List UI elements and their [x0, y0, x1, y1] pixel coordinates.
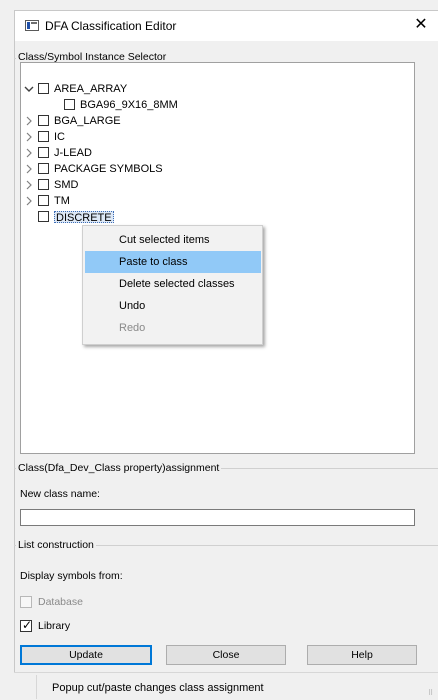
title-bar[interactable]: DFA Classification Editor ✕	[15, 11, 438, 41]
tree-item-label: DISCRETE	[54, 210, 114, 223]
tree-item-bga96[interactable]: BGA96_9X16_8MM	[61, 97, 178, 112]
chevron-right-icon[interactable]	[23, 193, 35, 208]
check-icon: ✓	[22, 618, 33, 632]
close-icon[interactable]: ✕	[411, 15, 431, 35]
database-checkbox	[20, 596, 32, 608]
tree-item-tm[interactable]: TM	[23, 193, 70, 208]
tree-item-label: J-LEAD	[54, 146, 92, 159]
chevron-right-icon[interactable]	[23, 161, 35, 176]
resize-grip-icon[interactable]: ⠿	[428, 690, 434, 697]
tree-checkbox[interactable]	[64, 99, 75, 110]
tree-item-label: BGA96_9X16_8MM	[80, 98, 178, 111]
tree-checkbox[interactable]	[38, 195, 49, 206]
dfa-editor-app-icon	[25, 20, 39, 31]
library-checkbox[interactable]: ✓	[20, 618, 33, 632]
chevron-down-icon[interactable]	[23, 81, 35, 96]
context-menu: Cut selected items Paste to class Delete…	[82, 225, 263, 345]
database-label: Database	[38, 596, 83, 608]
menu-item-undo[interactable]: Undo	[85, 295, 261, 317]
window-title: DFA Classification Editor	[45, 19, 177, 33]
new-class-name-input[interactable]	[20, 509, 415, 526]
tree-checkbox[interactable]	[38, 131, 49, 142]
chevron-right-icon[interactable]	[23, 129, 35, 144]
menu-item-delete-classes[interactable]: Delete selected classes	[85, 273, 261, 295]
tree-item-smd[interactable]: SMD	[23, 177, 78, 192]
tree-checkbox[interactable]	[38, 83, 49, 94]
status-text: Popup cut/paste changes class assignment	[52, 682, 264, 694]
tree-item-label: TM	[54, 194, 70, 207]
chevron-right-icon[interactable]	[23, 145, 35, 160]
tree-item-package-symbols[interactable]: PACKAGE SYMBOLS	[23, 161, 163, 176]
new-class-label: New class name:	[20, 488, 100, 500]
status-bar: Popup cut/paste changes class assignment…	[14, 672, 438, 700]
tree-item-label: BGA_LARGE	[54, 114, 121, 127]
help-button[interactable]: Help	[307, 645, 417, 665]
menu-item-cut[interactable]: Cut selected items	[85, 229, 261, 251]
tree-checkbox[interactable]	[38, 163, 49, 174]
tree-item-label: AREA_ARRAY	[54, 82, 128, 95]
tree-item-discrete[interactable]: DISCRETE	[35, 209, 114, 224]
chevron-right-icon[interactable]	[23, 177, 35, 192]
library-label: Library	[38, 620, 71, 632]
tree-checkbox[interactable]	[38, 179, 49, 190]
list-construction-group-title: List construction	[16, 539, 96, 551]
update-button[interactable]: Update	[20, 645, 152, 665]
tree-item-label: SMD	[54, 178, 79, 191]
tree-item-ic[interactable]: IC	[23, 129, 65, 144]
close-button[interactable]: Close	[166, 645, 286, 665]
chevron-right-icon[interactable]	[23, 113, 35, 128]
status-separator	[36, 675, 37, 699]
tree-item-label: PACKAGE SYMBOLS	[54, 162, 163, 175]
tree-checkbox[interactable]	[38, 147, 49, 158]
tree-item-label: IC	[54, 130, 65, 143]
tree-item-j-lead[interactable]: J-LEAD	[23, 145, 92, 160]
tree-item-bga-large[interactable]: BGA_LARGE	[23, 113, 121, 128]
display-symbols-label: Display symbols from:	[20, 570, 123, 582]
menu-item-redo: Redo	[119, 322, 146, 334]
assignment-group-title: Class(Dfa_Dev_Class property)assignment	[16, 462, 222, 474]
tree-checkbox[interactable]	[38, 211, 49, 222]
tree-checkbox[interactable]	[38, 115, 49, 126]
menu-item-paste-to-class[interactable]: Paste to class	[85, 251, 261, 273]
tree-item-area-array[interactable]: AREA_ARRAY	[23, 81, 127, 96]
